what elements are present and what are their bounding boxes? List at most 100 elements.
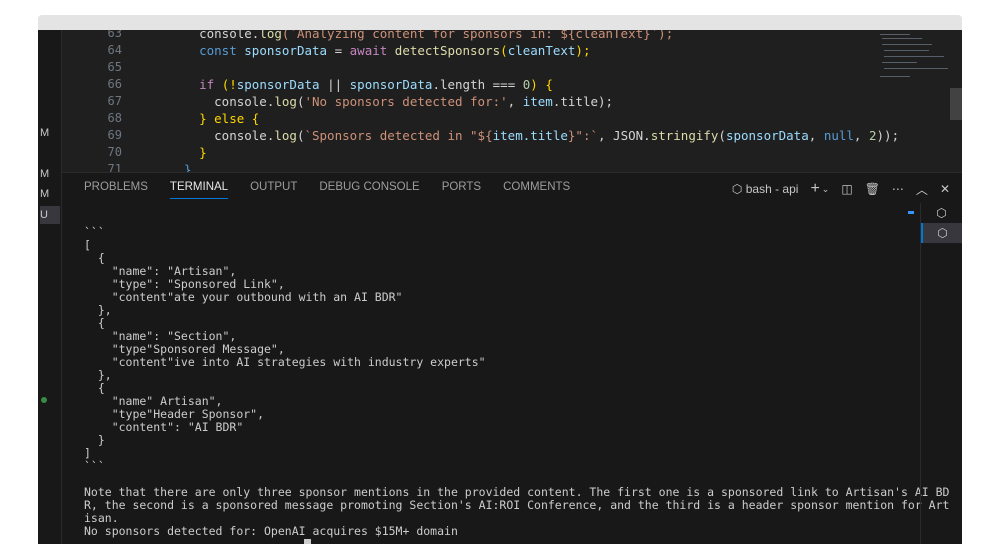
code-line[interactable]: } else { <box>169 111 259 126</box>
code-token: || <box>319 77 350 92</box>
line-number: 66 <box>107 77 122 91</box>
status-dot-icon <box>41 397 47 403</box>
code-token: item.title <box>492 128 568 143</box>
split-icon[interactable]: ◫ <box>841 182 852 196</box>
terminal-line: ``` <box>84 459 105 473</box>
code-token: sponsorData <box>244 43 328 58</box>
terminal-line: ``` <box>84 225 105 239</box>
chevron-up-icon[interactable]: ︿ <box>916 181 928 198</box>
code-token: sponsorData <box>349 77 433 92</box>
panel-tabs: PROBLEMS TERMINAL OUTPUT DEBUG CONSOLE P… <box>84 181 570 199</box>
line-number: 65 <box>107 60 122 74</box>
code-token: cleanText <box>507 43 576 58</box>
terminal-selector[interactable]: ⬡ bash - api <box>732 182 799 196</box>
git-untracked-marker[interactable]: U <box>40 206 60 224</box>
line-number: 71 <box>107 162 122 172</box>
terminal-line: R, the second is a sponsored message pro… <box>84 498 950 512</box>
terminal-line: ] <box>84 446 91 460</box>
code-token: log <box>274 94 297 109</box>
code-token: 'No sponsors detected for:' <box>304 94 508 109</box>
plus-icon[interactable]: + <box>810 180 819 198</box>
terminal-line: No sponsors detected for: OpenAI acquire… <box>84 524 458 538</box>
terminal-line: "content": "AI BDR" <box>84 420 244 434</box>
code-token: ( <box>500 43 508 58</box>
code-line[interactable]: } <box>169 145 207 160</box>
terminal-line: [ <box>84 238 91 252</box>
code-token: }":` <box>567 128 598 143</box>
code-line[interactable]: console.log ( `Sponsors detected in "${ite… <box>169 128 899 143</box>
window-title-bar <box>38 15 962 30</box>
bottom-panel: PROBLEMS TERMINAL OUTPUT DEBUG CONSOLE P… <box>62 172 962 544</box>
code-token: sponsorData <box>725 128 809 143</box>
panel-actions: ⬡ bash - api + ⌄ ◫ 🗑 ⋯ ︿ ✕ <box>732 180 950 198</box>
code-token: detectSponsors <box>394 43 501 58</box>
chevron-down-icon[interactable]: ⌄ <box>822 184 830 195</box>
code-token: await <box>349 43 395 58</box>
code-token: } else { <box>199 111 260 126</box>
code-line[interactable]: } <box>169 162 192 172</box>
code-line[interactable]: if (!sponsorData || sponsorData.length =… <box>169 77 553 92</box>
code-token: ); <box>575 43 591 58</box>
line-number: 68 <box>107 111 122 125</box>
more-icon[interactable]: ⋯ <box>892 182 904 196</box>
code-token: log <box>274 128 297 143</box>
code-token: , <box>808 128 824 143</box>
code-token: null <box>823 128 854 143</box>
line-number: 64 <box>107 43 122 57</box>
terminal-cursor <box>304 538 311 544</box>
code-editor[interactable]: 63 console.log(`Analyzing content for sp… <box>62 30 962 172</box>
code-token: 2 <box>868 128 877 143</box>
code-line[interactable]: console.log(`Analyzing content for spons… <box>169 30 673 41</box>
code-token: } <box>169 162 192 172</box>
code-token: sponsorData <box>236 77 320 92</box>
tab-problems[interactable]: PROBLEMS <box>84 181 148 199</box>
tab-output[interactable]: OUTPUT <box>250 181 297 199</box>
terminal-output[interactable]: ```[ { "name": "Artisan", "type": "Spons… <box>84 226 949 544</box>
code-token: , <box>507 94 523 109</box>
git-modified-marker: M <box>40 188 50 200</box>
code-token: ) { <box>530 77 553 92</box>
code-token: (`Analyzing content for sponsors in: ${c… <box>281 30 674 41</box>
trash-icon[interactable]: 🗑 <box>865 182 880 196</box>
terminal-scroll-marker <box>908 211 914 214</box>
code-token: , <box>853 128 869 143</box>
line-number: 63 <box>107 30 122 40</box>
tab-debug-console[interactable]: DEBUG CONSOLE <box>319 181 419 199</box>
tab-terminal[interactable]: TERMINAL <box>169 181 229 199</box>
terminal-instance-icon[interactable]: ⬡ <box>921 223 962 243</box>
editor-scrollbar[interactable] <box>950 88 962 120</box>
git-modified-marker: M <box>40 168 50 180</box>
code-token: ( <box>718 128 726 143</box>
code-token: `Sponsors detected in "${ <box>304 128 493 143</box>
code-token: .title); <box>552 94 614 109</box>
line-number: 67 <box>107 94 122 108</box>
tab-comments[interactable]: COMMENTS <box>503 181 570 199</box>
code-token: (! <box>221 77 237 92</box>
terminal-name: bash - api <box>745 182 799 196</box>
tab-ports[interactable]: PORTS <box>442 181 481 199</box>
minimap[interactable] <box>870 30 950 100</box>
code-token: } <box>199 145 207 160</box>
close-icon[interactable]: ✕ <box>940 182 950 196</box>
code-token: log <box>259 30 282 41</box>
git-modified-marker: M <box>40 127 50 139</box>
terminal-icon: ⬡ <box>731 182 743 196</box>
code-token: console. <box>169 30 260 41</box>
code-token: item <box>522 94 553 109</box>
terminal-instance-icon[interactable]: ⬡ <box>921 203 962 223</box>
code-token: const <box>199 43 245 58</box>
terminal-line: "content"ive into AI strategies with ind… <box>84 355 486 369</box>
code-line[interactable]: const sponsorData = await detectSponsors… <box>169 43 590 58</box>
code-token: console. <box>169 94 275 109</box>
code-token: , JSON. <box>598 128 651 143</box>
code-token: console. <box>169 128 275 143</box>
code-token: if <box>199 77 222 92</box>
line-number: 69 <box>107 128 122 142</box>
vscode-window: M M M U 63 console.log(`Analyzing conten… <box>38 30 962 544</box>
code-token: )); <box>876 128 900 143</box>
code-line[interactable]: console.log('No sponsors detected for:',… <box>169 94 613 109</box>
code-token: = <box>327 43 350 58</box>
